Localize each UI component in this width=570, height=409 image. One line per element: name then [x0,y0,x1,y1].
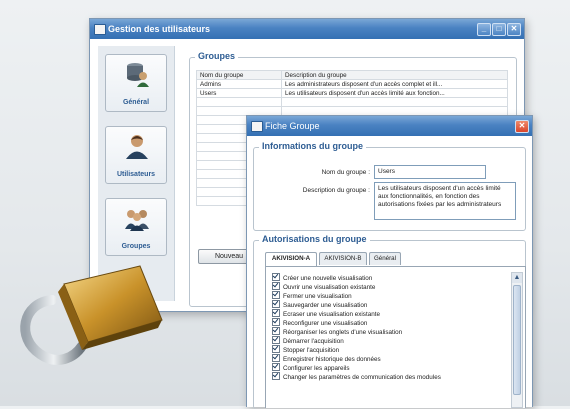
maximize-icon[interactable]: □ [492,23,506,36]
permission-item[interactable]: Configurer les appareils [272,363,350,372]
permission-item[interactable]: Ecraser une visualisation existante [272,309,380,318]
permission-item[interactable]: Ouvrir une visualisation existante [272,282,375,291]
table-row[interactable]: Admins Les administrateurs disposent d'u… [196,79,508,89]
scroll-thumb[interactable] [513,285,521,395]
groups-heading: Groupes [195,51,239,61]
info-heading: Informations du groupe [259,141,366,151]
permission-item[interactable]: Stopper l'acquisition [272,345,339,354]
tab-akivision-b[interactable]: AKIVISION-B [319,252,367,265]
checkbox-checked-icon[interactable] [272,282,280,290]
dialog-title-bar[interactable]: Fiche Groupe ✕ [247,116,532,136]
main-window-title: Gestion des utilisateurs [108,24,211,34]
table-cell: Les administrateurs disposent d'un accès… [281,79,508,89]
column-header[interactable]: Description du groupe [281,70,508,80]
permissions-list: Créer une nouvelle visualisation Ouvrir … [265,266,526,408]
dialog-close-icon[interactable]: ✕ [515,120,529,133]
checkbox-checked-icon[interactable] [272,372,280,380]
nav-general-button[interactable]: Général [105,54,167,112]
name-label: Nom du groupe : [321,169,370,176]
permissions-heading: Autorisations du groupe [259,234,370,244]
checkbox-checked-icon[interactable] [272,291,280,299]
permission-item[interactable]: Enregistrer historique des données [272,354,381,363]
scrollbar[interactable]: ▲ [511,272,523,408]
permission-item[interactable]: Reconfigurer une visualisation [272,318,367,327]
padlock-icon [20,265,163,365]
nav-users-label: Utilisateurs [116,171,156,178]
checkbox-checked-icon[interactable] [272,309,280,317]
dialog-app-icon [251,121,263,132]
permission-item[interactable]: Sauvegarder une visualisation [272,300,367,309]
app-icon [94,24,106,35]
table-header-row: Nom du groupe Description du groupe [196,70,508,80]
nav-groups-label: Groupes [121,243,151,250]
scroll-up-icon[interactable]: ▲ [512,273,522,283]
table-row[interactable]: Users Les utilisateurs disposent d'un ac… [196,88,508,98]
permission-item[interactable]: Réorganiser les onglets d'une visualisat… [272,327,402,336]
dialog-title: Fiche Groupe [265,121,320,131]
group-dialog: Fiche Groupe ✕ Informations du groupe No… [246,115,533,409]
table-cell: Users [196,88,282,98]
permission-item[interactable]: Fermer une visualisation [272,291,352,300]
checkbox-checked-icon[interactable] [272,318,280,326]
user-icon [126,135,148,159]
description-label: Description du groupe : [302,187,370,194]
permission-item[interactable]: Démarrer l'acquisition [272,336,344,345]
table-cell: Les utilisateurs disposent d'un accès li… [281,88,508,98]
group-name-field[interactable]: Users [374,165,486,179]
main-title-bar[interactable]: Gestion des utilisateurs _ □ ✕ [90,19,524,39]
permission-item[interactable]: Créer une nouvelle visualisation [272,273,372,282]
checkbox-checked-icon[interactable] [272,300,280,308]
checkbox-checked-icon[interactable] [272,336,280,344]
permission-item[interactable]: Changer les paramètres de communication … [272,372,441,381]
checkbox-checked-icon[interactable] [272,354,280,362]
close-icon[interactable]: ✕ [507,23,521,36]
checkbox-checked-icon[interactable] [272,363,280,371]
tab-general[interactable]: Général [369,252,401,265]
nav-general-label: Général [122,99,150,106]
nav-groups-button[interactable]: Groupes [105,198,167,256]
group-description-field[interactable]: Les utilisateurs disposent d'un accès li… [374,182,516,220]
checkbox-checked-icon[interactable] [272,273,280,281]
database-users-icon [127,63,149,87]
group-icon [125,210,149,231]
permissions-tabs: AKIVISION-A AKIVISION-B Général [265,252,425,266]
table-cell: Admins [196,79,282,89]
minimize-icon[interactable]: _ [477,23,491,36]
checkbox-checked-icon[interactable] [272,327,280,335]
tab-akivision-a[interactable]: AKIVISION-A [265,252,317,266]
checkbox-checked-icon[interactable] [272,345,280,353]
nav-users-button[interactable]: Utilisateurs [105,126,167,184]
column-header[interactable]: Nom du groupe [196,70,282,80]
